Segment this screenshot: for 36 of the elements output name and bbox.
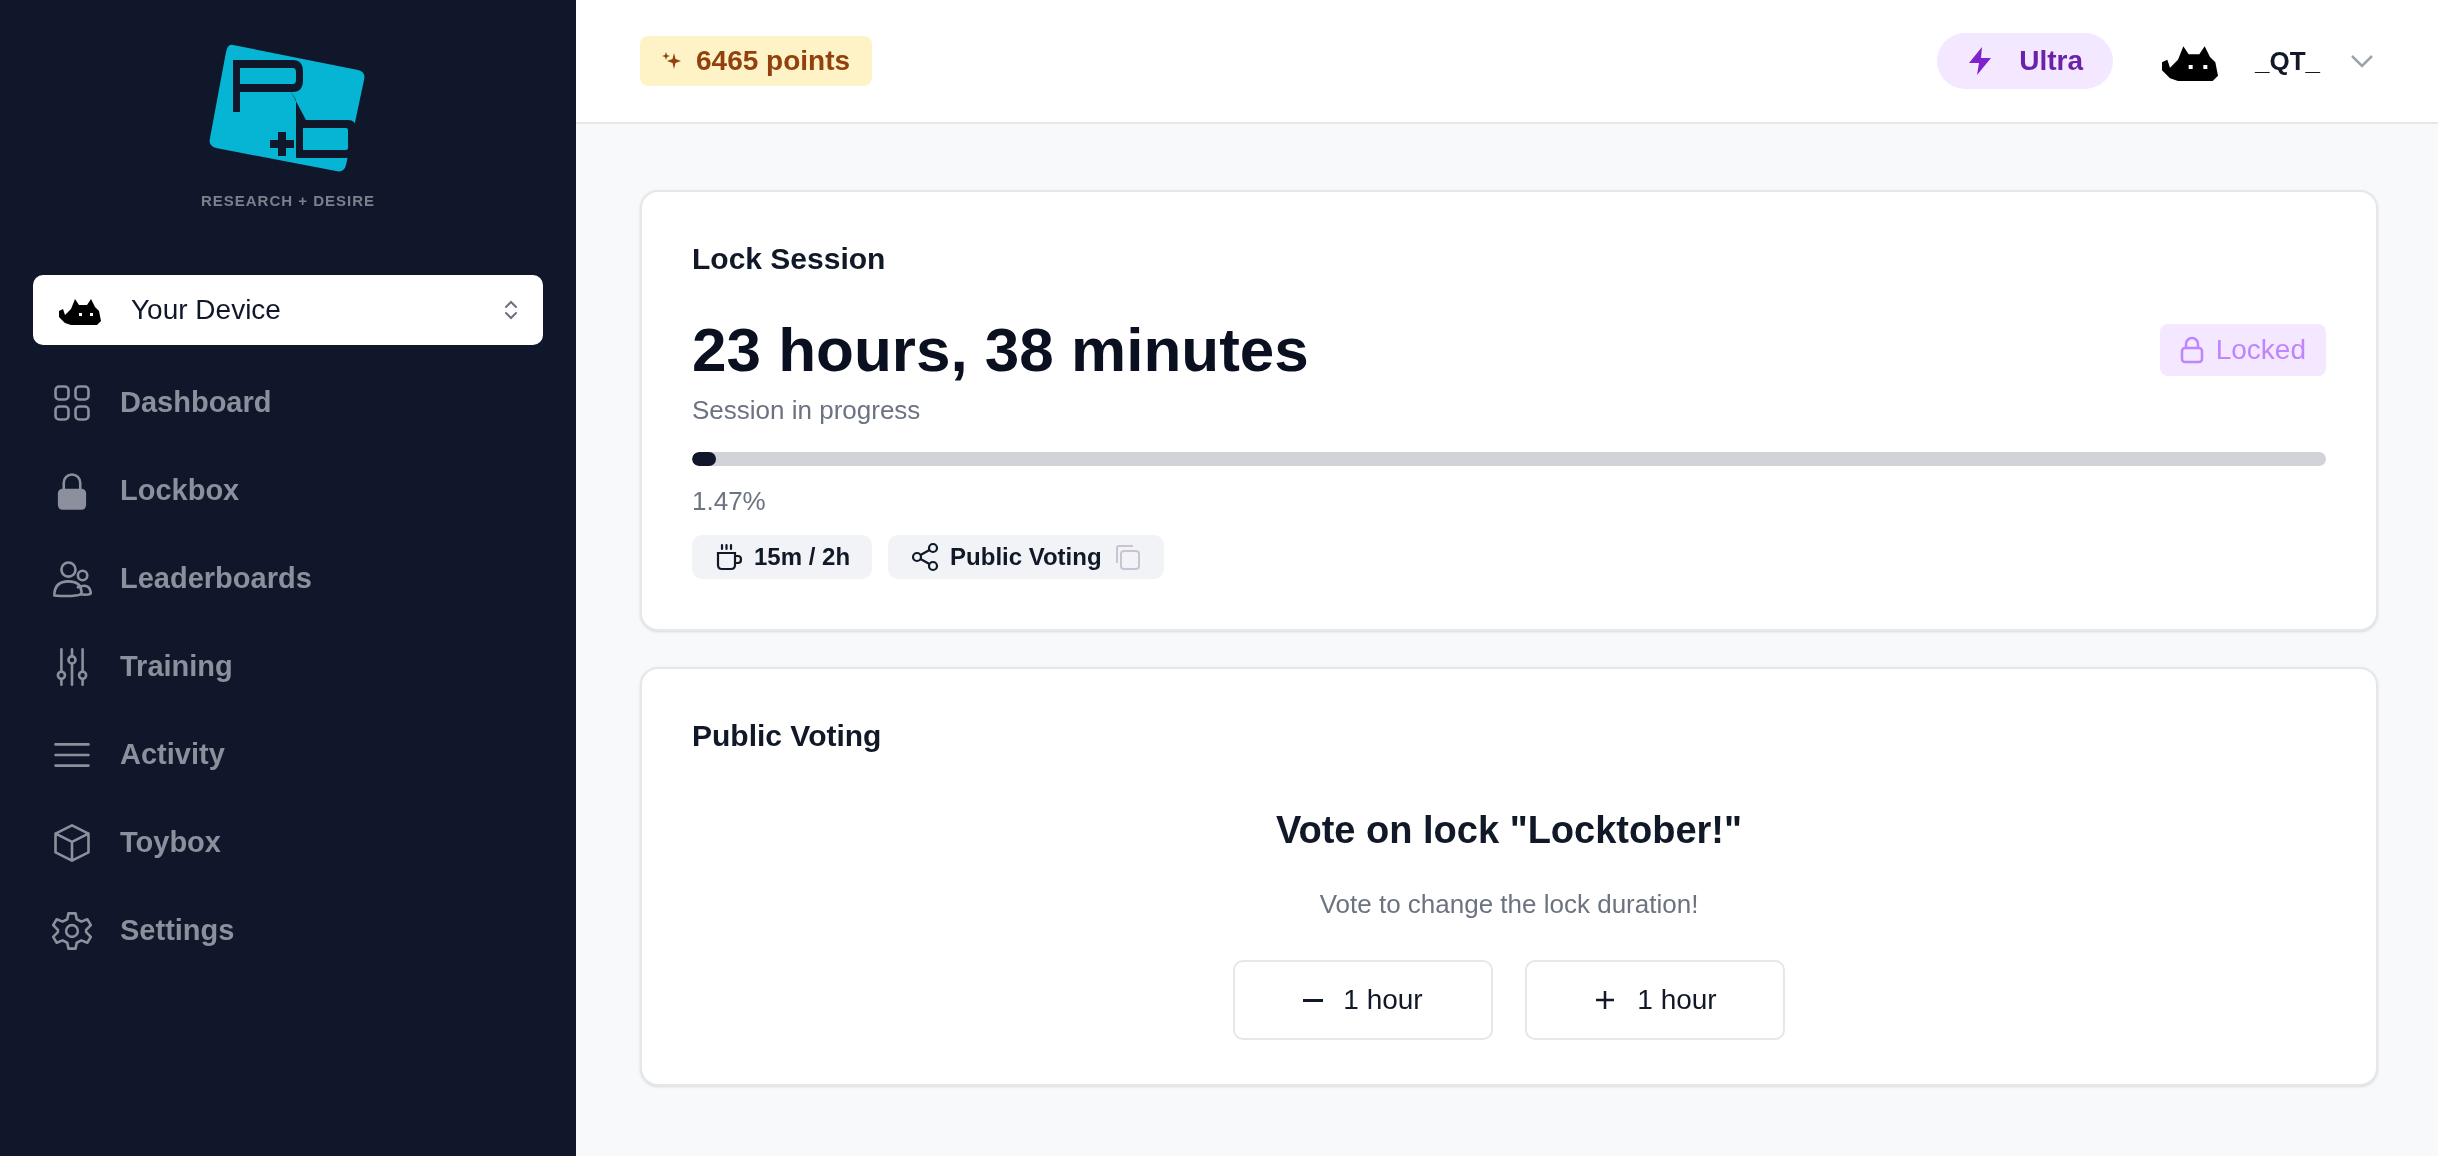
chevron-down-icon — [2350, 54, 2374, 68]
device-selector[interactable]: Your Device — [33, 274, 543, 345]
public-voting-chip[interactable]: Public Voting — [888, 535, 1164, 579]
grid-icon — [52, 382, 92, 423]
nav-item[interactable]: Activity — [0, 710, 576, 799]
lock-duration: 23 hours, 38 minutes — [692, 319, 1309, 381]
vote-description: Vote to change the lock duration! — [1319, 888, 1699, 921]
lightning-icon — [1967, 46, 1994, 76]
card-title: Public Voting — [692, 718, 883, 754]
nav-item[interactable]: Settings — [0, 886, 576, 975]
nav-item[interactable]: Dashboard — [0, 358, 576, 447]
locked-badge: Locked — [2159, 324, 2326, 376]
nav-item[interactable]: Training — [0, 622, 576, 711]
card-title: Lock Session — [692, 241, 887, 277]
lock-icon — [2179, 336, 2204, 364]
nav-item[interactable]: Toybox — [0, 798, 576, 887]
users-icon — [52, 558, 92, 599]
cup-icon — [714, 542, 744, 572]
break-time-chip: 15m / 2h — [692, 535, 873, 579]
username: _QT_ — [2254, 44, 2320, 78]
points-badge: 6465 points — [640, 36, 873, 86]
progress-percentage: 1.47% — [692, 485, 767, 518]
user-menu[interactable]: _QT_ — [2158, 41, 2374, 81]
plan-badge: Ultra — [1937, 33, 2113, 89]
session-status: Session in progress — [692, 394, 922, 427]
cube-icon — [52, 822, 92, 863]
share-icon — [910, 542, 941, 572]
nav-item[interactable]: Leaderboards — [0, 534, 576, 623]
increase-button[interactable]: 1 hour — [1525, 960, 1785, 1040]
settings-icon — [52, 910, 92, 951]
vote-heading: Vote on lock "Locktober!" — [1275, 808, 1742, 853]
logo-tagline: RESEARCH + DESIRE — [200, 191, 376, 211]
minus-icon — [1303, 998, 1324, 1002]
nav-item[interactable]: Lockbox — [0, 446, 576, 535]
decrease-button[interactable]: 1 hour — [1233, 960, 1493, 1040]
device-name: Your Device — [131, 292, 281, 327]
